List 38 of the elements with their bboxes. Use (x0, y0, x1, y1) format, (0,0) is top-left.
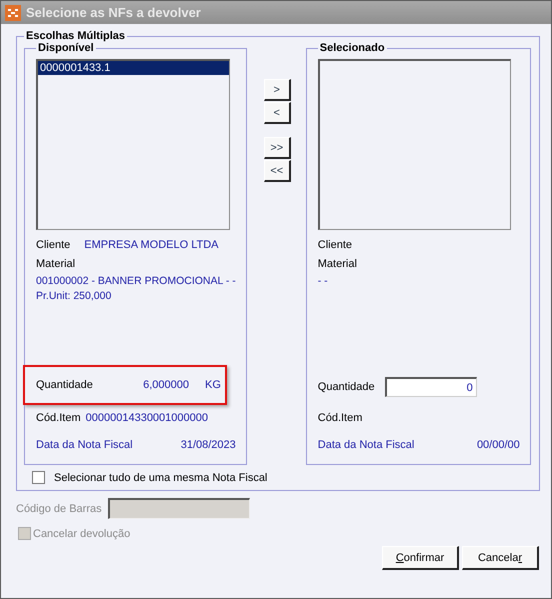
barcode-label: Código de Barras (16, 502, 102, 514)
field-label: Quantidade (36, 379, 94, 391)
transfer-button[interactable]: << (264, 160, 291, 182)
transfer-button[interactable]: < (264, 102, 291, 124)
material-value: - - (318, 274, 329, 288)
field-label: Cód.Item (318, 412, 362, 424)
dialog-button[interactable]: Confirmar (382, 546, 459, 570)
checkbox-label: Cancelar devolução (33, 528, 130, 540)
list-box[interactable]: 0000001433.1 (36, 59, 230, 230)
panel-title: Selecionado (318, 42, 386, 54)
list-box[interactable] (318, 59, 511, 230)
checkbox-label: Selecionar tudo de uma mesma Nota Fiscal (54, 472, 268, 484)
transfer-button[interactable]: > (264, 79, 291, 101)
quantity-value: 6,000000 (142, 379, 189, 391)
checkbox[interactable] (32, 471, 45, 484)
field-label: Cliente (36, 238, 70, 250)
field-label: Material (36, 258, 76, 270)
item-code: 00000014330001000000 (86, 412, 208, 424)
window-title: Selecione as NFs a devolver (26, 5, 201, 20)
transfer-button[interactable]: >> (264, 137, 291, 159)
field-label: Data da Nota Fiscal (36, 438, 133, 450)
list-item[interactable]: 0000001433.1 (38, 61, 229, 75)
unit-price: Pr.Unit: 250,000 (36, 289, 112, 303)
field-label: Quantidade (318, 381, 376, 393)
field-label: Data da Nota Fiscal (318, 438, 414, 450)
field-label: Cód.Item (36, 412, 81, 424)
field-label: Material (318, 258, 357, 270)
group-title: Escolhas Múltiplas (25, 30, 126, 42)
quantity-field[interactable]: 0 (384, 377, 477, 397)
invoice-date: 00/00/00 (476, 438, 520, 450)
dialog-button[interactable]: Cancelar (462, 546, 539, 570)
invoice-date: 31/08/2023 (180, 438, 236, 450)
client-value: EMPRESA MODELO LTDA (84, 238, 219, 250)
unit-label: KG (205, 379, 221, 391)
app-icon (5, 4, 21, 20)
field-label: Cliente (318, 238, 352, 250)
panel-title: Disponível (37, 42, 95, 54)
material-value: 001000002 - BANNER PROMOCIONAL - - (36, 274, 236, 288)
